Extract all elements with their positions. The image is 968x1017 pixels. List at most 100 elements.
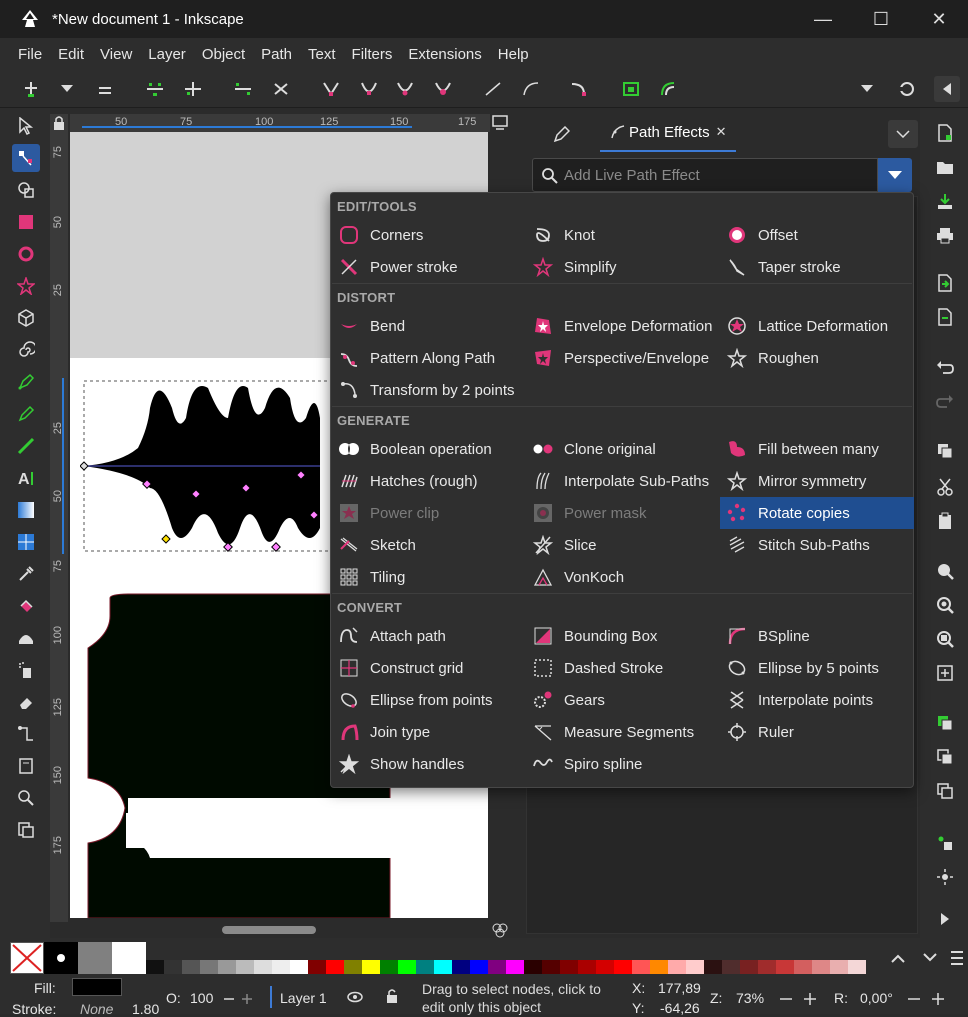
- effect-measure-segments[interactable]: Measure Segments: [526, 716, 720, 748]
- node-tool-icon[interactable]: [12, 144, 40, 172]
- minimize-button[interactable]: —: [794, 0, 852, 38]
- line-segment-icon[interactable]: [480, 76, 506, 102]
- text-tool-icon[interactable]: A: [12, 464, 40, 492]
- zoom-tool-icon[interactable]: [12, 784, 40, 812]
- delete-segment-icon[interactable]: [268, 76, 294, 102]
- effect-roughen[interactable]: Roughen: [720, 342, 914, 374]
- menu-view[interactable]: View: [92, 46, 140, 63]
- spray-tool-icon[interactable]: [12, 656, 40, 684]
- effect-interpolate-points[interactable]: Interpolate points: [720, 684, 914, 716]
- palette-up-icon[interactable]: [890, 950, 910, 970]
- zoom-drawing-icon[interactable]: [932, 592, 958, 618]
- effect-ellipse-from-points[interactable]: Ellipse from points: [332, 684, 526, 716]
- tab-fill-stroke[interactable]: [546, 122, 576, 148]
- export-icon[interactable]: [932, 304, 958, 330]
- effect-bspline[interactable]: BSpline: [720, 620, 914, 652]
- symmetric-node-icon[interactable]: [392, 76, 418, 102]
- tab-close-icon[interactable]: ✕: [716, 124, 727, 140]
- maximize-button[interactable]: ☐: [852, 0, 910, 38]
- menu-path[interactable]: Path: [253, 46, 300, 63]
- fill-indicator[interactable]: [72, 978, 122, 996]
- object-to-path-icon[interactable]: [566, 76, 592, 102]
- more-commands-icon[interactable]: [932, 906, 958, 932]
- tweak-tool-icon[interactable]: [12, 624, 40, 652]
- paint-bucket-icon[interactable]: [12, 592, 40, 620]
- insert-node-icon[interactable]: [18, 76, 44, 102]
- zoom-selection-icon[interactable]: [932, 558, 958, 584]
- palette-down-icon[interactable]: [922, 950, 942, 970]
- effect-tiling[interactable]: Tiling: [332, 561, 526, 593]
- print-icon[interactable]: [932, 222, 958, 248]
- effect-boolean-operation[interactable]: Boolean operation: [332, 433, 526, 465]
- effect-simplify[interactable]: Simplify: [526, 251, 720, 283]
- 3d-box-tool-icon[interactable]: [12, 304, 40, 332]
- effect-join-type[interactable]: Join type: [332, 716, 526, 748]
- no-paint-swatch[interactable]: [10, 942, 44, 974]
- join-segment-icon[interactable]: [230, 76, 256, 102]
- effect-corners[interactable]: Corners: [332, 219, 526, 251]
- redo-icon[interactable]: [932, 388, 958, 414]
- smooth-node-icon[interactable]: [356, 76, 382, 102]
- menu-edit[interactable]: Edit: [50, 46, 92, 63]
- eye-visibility-icon[interactable]: [346, 990, 364, 1004]
- effect-show-handles[interactable]: Show handles: [332, 748, 526, 780]
- effect-knot[interactable]: Knot: [526, 219, 720, 251]
- effect-perspective-envelope[interactable]: Perspective/Envelope: [526, 342, 720, 374]
- menu-layer[interactable]: Layer: [140, 46, 194, 63]
- effect-fill-between-many[interactable]: Fill between many: [720, 433, 914, 465]
- ellipse-tool-icon[interactable]: [12, 240, 40, 268]
- effect-vonkoch[interactable]: VonKoch: [526, 561, 720, 593]
- open-icon[interactable]: [932, 154, 958, 180]
- eraser-tool-icon[interactable]: [12, 688, 40, 716]
- pencil-tool-icon[interactable]: [12, 400, 40, 428]
- effect-bounding-box[interactable]: Bounding Box: [526, 620, 720, 652]
- effect-rotate-copies[interactable]: Rotate copies: [720, 497, 914, 529]
- selector-tool-icon[interactable]: [12, 112, 40, 140]
- path-effect-icon[interactable]: [656, 76, 682, 102]
- copy-icon[interactable]: [932, 438, 958, 464]
- mesh-tool-icon[interactable]: [12, 528, 40, 556]
- effect-power-stroke[interactable]: Power stroke: [332, 251, 526, 283]
- effect-bend[interactable]: Bend: [332, 310, 526, 342]
- join-nodes-icon[interactable]: [142, 76, 168, 102]
- measure-tool-icon[interactable]: [12, 816, 40, 844]
- rectangle-tool-icon[interactable]: [12, 208, 40, 236]
- menu-file[interactable]: File: [10, 46, 50, 63]
- display-mode-icon[interactable]: [490, 114, 510, 132]
- menu-text[interactable]: Text: [300, 46, 344, 63]
- menu-object[interactable]: Object: [194, 46, 253, 63]
- spiral-tool-icon[interactable]: [12, 336, 40, 364]
- save-icon[interactable]: [932, 188, 958, 214]
- zoom-value[interactable]: 73%: [736, 990, 764, 1006]
- gray-swatch[interactable]: [78, 942, 112, 974]
- menu-extensions[interactable]: Extensions: [400, 46, 489, 63]
- pen-tool-icon[interactable]: [12, 368, 40, 396]
- effect-stitch-sub-paths[interactable]: Stitch Sub-Paths: [720, 529, 914, 561]
- opacity-stepper[interactable]: [222, 992, 258, 1006]
- effect-dashed-stroke[interactable]: Dashed Stroke: [526, 652, 720, 684]
- effect-pattern-along-path[interactable]: Pattern Along Path: [332, 342, 526, 374]
- effect-hatches[interactable]: Hatches (rough): [332, 465, 526, 497]
- black-swatch[interactable]: [44, 942, 78, 974]
- menu-help[interactable]: Help: [490, 46, 537, 63]
- add-effect-search[interactable]: Add Live Path Effect: [532, 158, 878, 192]
- connector-tool-icon[interactable]: [12, 720, 40, 748]
- clone-icon[interactable]: [932, 744, 958, 770]
- stroke-to-path-icon[interactable]: [618, 76, 644, 102]
- ungroup-icon[interactable]: [932, 864, 958, 890]
- effect-sketch[interactable]: Sketch: [332, 529, 526, 561]
- rotate-value[interactable]: 0,00°: [860, 990, 893, 1006]
- break-path-icon[interactable]: [180, 76, 206, 102]
- tab-path-effects[interactable]: Path Effects ✕: [600, 114, 736, 152]
- calligraphy-tool-icon[interactable]: [12, 432, 40, 460]
- stroke-width[interactable]: 1.80: [132, 1001, 159, 1017]
- dock-menu-button[interactable]: [888, 120, 918, 148]
- paste-icon[interactable]: [932, 508, 958, 534]
- effect-clone-original[interactable]: Clone original: [526, 433, 720, 465]
- effect-ruler[interactable]: Ruler: [720, 716, 914, 748]
- palette-menu-icon[interactable]: [950, 948, 966, 972]
- effect-power-mask[interactable]: Power mask: [526, 497, 720, 529]
- new-document-icon[interactable]: [932, 120, 958, 146]
- effect-envelope-deformation[interactable]: Envelope Deformation: [526, 310, 720, 342]
- effect-attach-path[interactable]: Attach path: [332, 620, 526, 652]
